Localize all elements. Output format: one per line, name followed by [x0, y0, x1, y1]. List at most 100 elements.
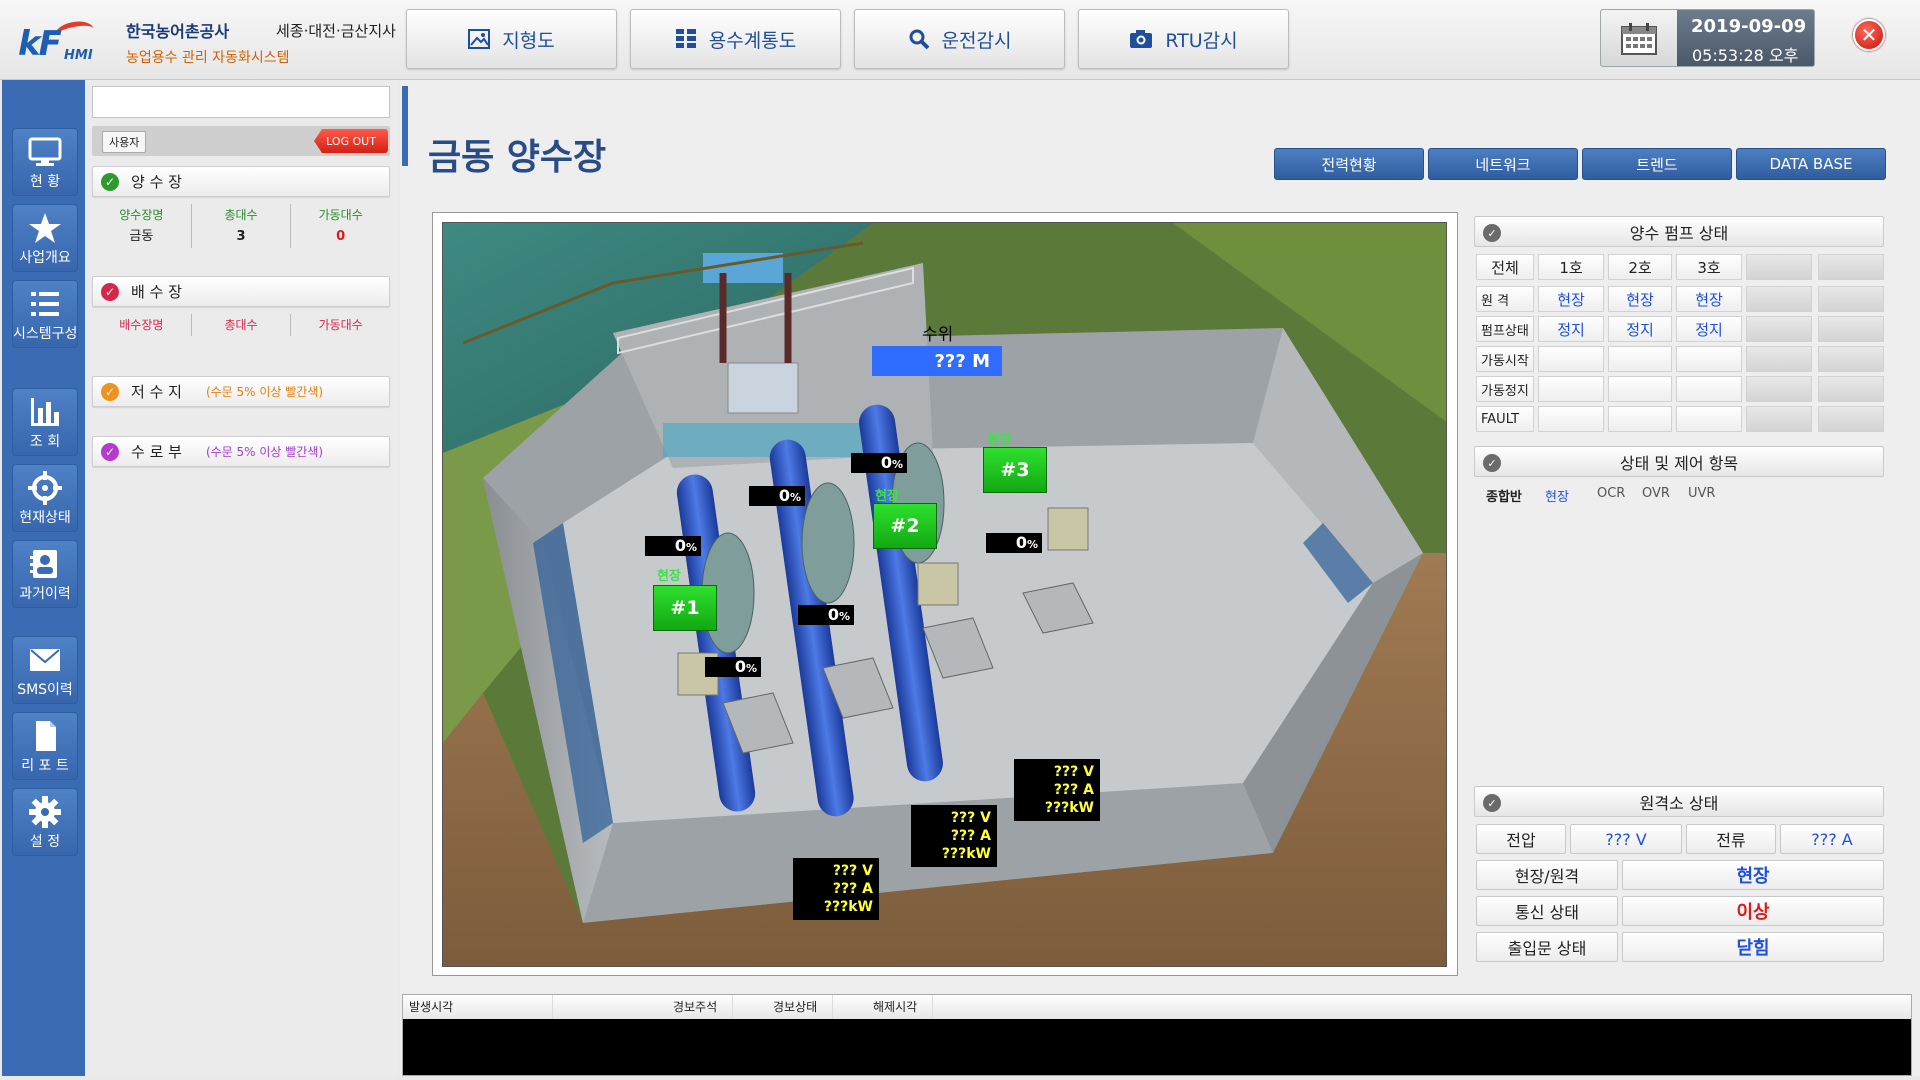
- comm-status-label: 통신 상태: [1476, 896, 1618, 926]
- table-cell[interactable]: [1538, 376, 1604, 402]
- gate-open-percent: 0%: [645, 536, 701, 556]
- table-cell: [1818, 406, 1884, 432]
- row-label: 가동정지: [1476, 376, 1534, 402]
- close-button[interactable]: ✕: [1853, 19, 1885, 51]
- nav-rtu-monitor-button[interactable]: RTU감시: [1078, 9, 1289, 69]
- col-header: 경보주석: [553, 995, 733, 1019]
- col-header: 해제시각: [833, 995, 933, 1019]
- table-cell[interactable]: 정지: [1538, 316, 1604, 342]
- sidebar-item-history[interactable]: 과거이력: [12, 540, 78, 608]
- pump-mode-label: 현장: [657, 569, 681, 584]
- sidebar-item-overview[interactable]: 사업개요: [12, 204, 78, 272]
- table-cell[interactable]: [1676, 406, 1742, 432]
- sidebar-item-label: 시스템구성: [13, 326, 78, 342]
- user-name-field: [92, 86, 390, 118]
- page-title: 금동 양수장: [428, 137, 607, 178]
- water-level-label: 수위: [922, 325, 954, 345]
- sidebar-item-label: 조 회: [29, 434, 61, 450]
- pump-1-indicator[interactable]: #1: [653, 585, 717, 631]
- col-header: 양수장명: [119, 208, 164, 222]
- current-label: 전류: [1686, 824, 1776, 854]
- gate-open-percent: 0%: [851, 453, 907, 473]
- sidebar-item-label: 설 정: [29, 834, 61, 850]
- section-title: 저 수 지: [131, 383, 182, 401]
- sidebar-item-system-config[interactable]: 시스템구성: [12, 280, 78, 348]
- table-row[interactable]: 금동 3 0: [92, 226, 390, 248]
- control-item: 종합반: [1486, 490, 1522, 505]
- pump-electric-readout: ??? V??? A ???kW: [911, 805, 997, 867]
- gate-open-percent: 0%: [986, 533, 1042, 553]
- gate-open-percent: 0%: [705, 657, 761, 677]
- logout-button[interactable]: LOG OUT: [314, 129, 388, 153]
- station-name: 금동: [129, 229, 154, 244]
- image-icon: [468, 29, 491, 49]
- tab-database[interactable]: DATA BASE: [1736, 148, 1886, 180]
- monitor-icon: [28, 137, 62, 166]
- sidebar-item-current-status[interactable]: 현재상태: [12, 464, 78, 532]
- drain-station-table-header: 배수장명 총대수 가동대수: [92, 314, 390, 336]
- voltage-value: ??? V: [1570, 824, 1682, 854]
- section-title: 양수 펌프 상태: [1629, 223, 1729, 243]
- table-cell: [1818, 346, 1884, 372]
- pump-electric-readout: ??? V??? A ???kW: [793, 858, 879, 920]
- table-cell[interactable]: 현장: [1676, 286, 1742, 312]
- table-cell[interactable]: [1676, 376, 1742, 402]
- section-title: 원격소 상태: [1639, 793, 1719, 813]
- table-cell[interactable]: [1608, 346, 1672, 372]
- mode-value: 현장: [1622, 860, 1884, 890]
- tab-network[interactable]: 네트워크: [1428, 148, 1578, 180]
- table-cell[interactable]: [1676, 346, 1742, 372]
- org-name: 한국농어촌공사: [126, 22, 230, 41]
- pump-status-header[interactable]: ✓ 양수 펌프 상태: [1474, 216, 1884, 247]
- camera-icon: [1130, 30, 1153, 48]
- pump-mode-label: 현장: [987, 433, 1011, 448]
- pump-mode-label: 현장: [875, 489, 899, 504]
- col-header: 발생시각: [403, 995, 553, 1019]
- table-cell[interactable]: [1538, 406, 1604, 432]
- table-cell[interactable]: [1608, 376, 1672, 402]
- tab-power-status[interactable]: 전력현황: [1274, 148, 1424, 180]
- nav-topography-button[interactable]: 지형도: [406, 9, 617, 69]
- close-icon: ✕: [1860, 23, 1878, 47]
- search-icon: [909, 29, 929, 50]
- reservoir-header[interactable]: ✓ 저 수 지 (수문 5% 이상 빨간색): [92, 376, 390, 407]
- table-cell[interactable]: 현장: [1608, 286, 1672, 312]
- station-status-panel: 사용자 LOG OUT ✓ 양 수 장 양수장명 총대수 가동대수 금동 3 0…: [86, 80, 398, 1076]
- sidebar-item-status[interactable]: 현 황: [12, 128, 78, 196]
- drain-station-header[interactable]: ✓ 배 수 장: [92, 276, 390, 307]
- nav-label: RTU감시: [1165, 29, 1238, 52]
- tab-trend[interactable]: 트렌드: [1582, 148, 1732, 180]
- sidebar-item-sms-history[interactable]: SMS이력: [12, 636, 78, 704]
- table-cell: [1746, 316, 1812, 342]
- col-header: 경보상태: [733, 995, 833, 1019]
- table-cell[interactable]: 정지: [1676, 316, 1742, 342]
- alarm-list[interactable]: 발생시각 경보주석 경보상태 해제시각: [402, 994, 1912, 1076]
- branch-name: 세종·대전·금산지사: [276, 22, 396, 40]
- person-card-icon: [30, 550, 57, 578]
- sidebar-item-query[interactable]: 조 회: [12, 388, 78, 456]
- table-cell[interactable]: [1608, 406, 1672, 432]
- table-cell[interactable]: [1538, 346, 1604, 372]
- sidebar-item-label: 현재상태: [19, 510, 71, 526]
- sidebar-item-settings[interactable]: 설 정: [12, 788, 78, 856]
- nav-water-system-button[interactable]: 용수계통도: [630, 9, 841, 69]
- pump-station-header[interactable]: ✓ 양 수 장: [92, 166, 390, 197]
- main-menu-sidebar: 현 황 사업개요 시스템구성 조 회 현재상태 과거이력 SMS이력 리 포 트…: [2, 80, 85, 1076]
- table-cell[interactable]: 현장: [1538, 286, 1604, 312]
- section-note: (수문 5% 이상 빨간색): [205, 385, 324, 399]
- pump-2-indicator[interactable]: #2: [873, 503, 937, 549]
- table-cell: [1818, 286, 1884, 312]
- section-title: 양 수 장: [131, 173, 182, 191]
- bar-chart-icon: [31, 398, 59, 426]
- system-name: 농업용수 관리 자동화시스템: [126, 50, 290, 66]
- waterway-header[interactable]: ✓ 수 로 부 (수문 5% 이상 빨간색): [92, 436, 390, 467]
- control-items-header[interactable]: ✓ 상태 및 제어 항목: [1474, 446, 1884, 477]
- nav-label: 운전감시: [941, 29, 1012, 52]
- pump-3-indicator[interactable]: #3: [983, 447, 1047, 493]
- sidebar-item-report[interactable]: 리 포 트: [12, 712, 78, 780]
- remote-station-header[interactable]: ✓ 원격소 상태: [1474, 786, 1884, 817]
- table-header-cell: 2호: [1608, 254, 1672, 280]
- nav-operation-monitor-button[interactable]: 운전감시: [854, 9, 1065, 69]
- col-header: 가동대수: [290, 204, 390, 226]
- table-cell[interactable]: 정지: [1608, 316, 1672, 342]
